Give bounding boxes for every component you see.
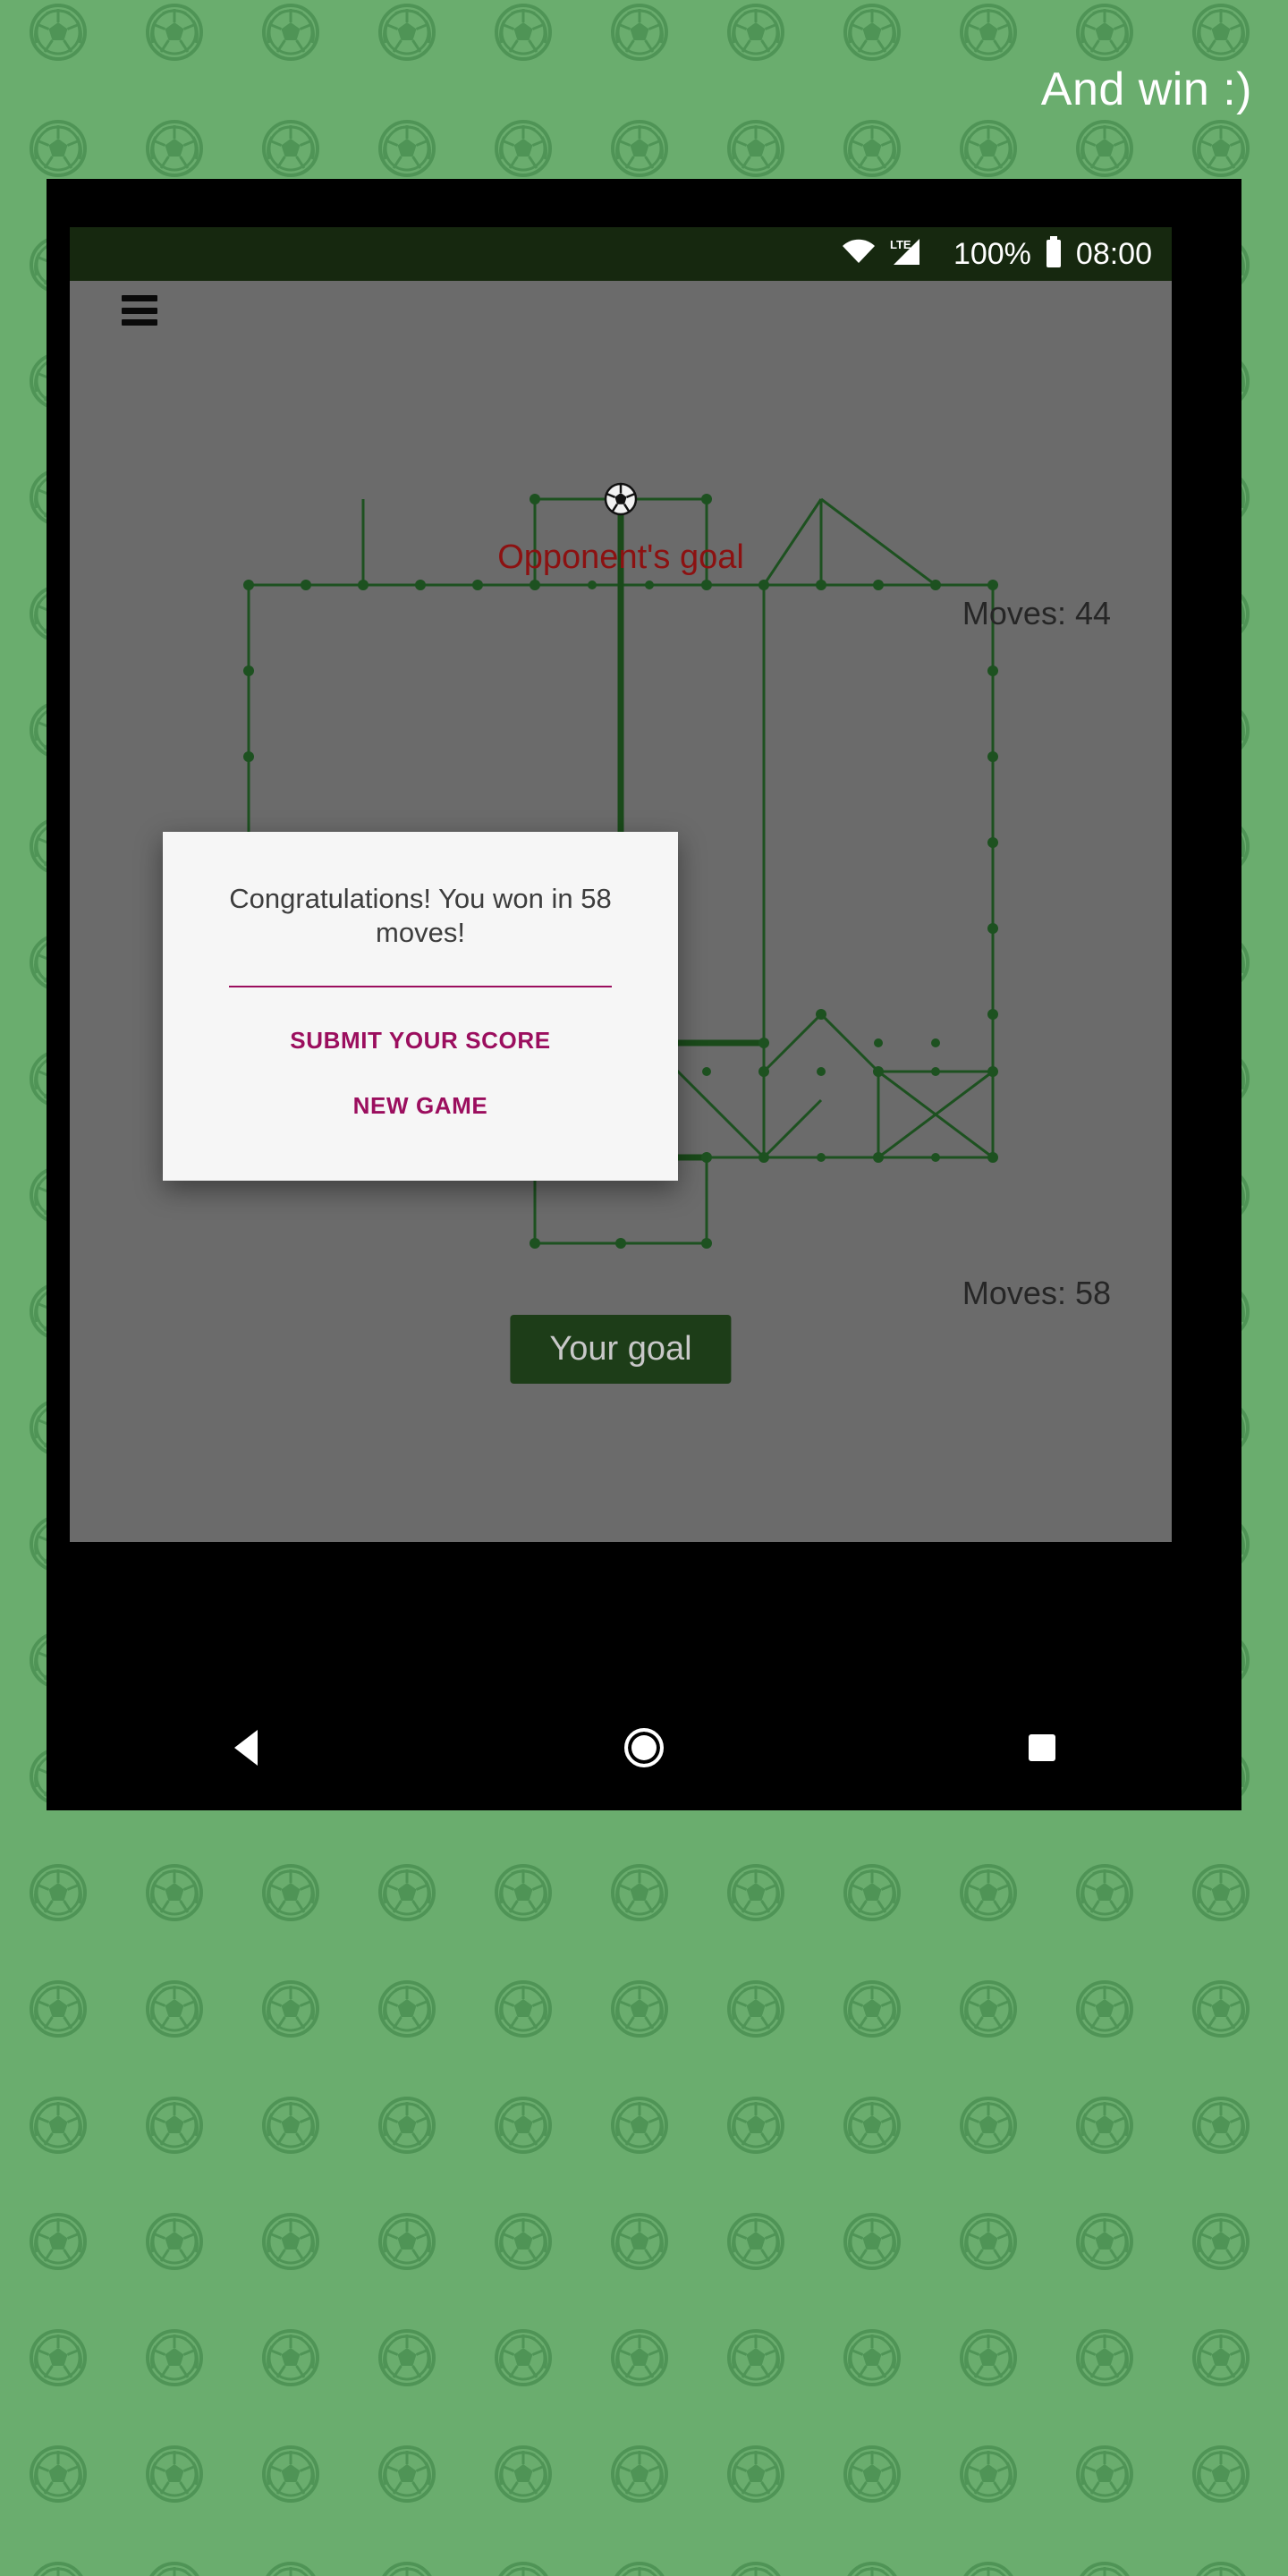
- dialog-divider: [229, 985, 612, 987]
- home-button[interactable]: [590, 1707, 698, 1788]
- recents-button[interactable]: [988, 1707, 1096, 1788]
- back-triangle-icon: [233, 1730, 258, 1766]
- android-nav-bar: [47, 1685, 1241, 1810]
- banner-caption: And win :): [1040, 64, 1252, 115]
- phone-screen: LTE 100% 08:00 Opponent's goal Moves: 44…: [70, 227, 1172, 1542]
- back-button[interactable]: [192, 1707, 300, 1788]
- home-circle-icon: [623, 1728, 664, 1767]
- new-game-button[interactable]: NEW GAME: [353, 1092, 488, 1120]
- banner: And win :): [0, 0, 1288, 179]
- phone-frame: LTE 100% 08:00 Opponent's goal Moves: 44…: [47, 179, 1241, 1685]
- win-dialog: Congratulations! You won in 58 moves! SU…: [163, 832, 678, 1181]
- dialog-message: Congratulations! You won in 58 moves!: [229, 883, 612, 948]
- recents-square-icon: [1029, 1734, 1056, 1761]
- submit-score-button[interactable]: SUBMIT YOUR SCORE: [290, 1027, 550, 1055]
